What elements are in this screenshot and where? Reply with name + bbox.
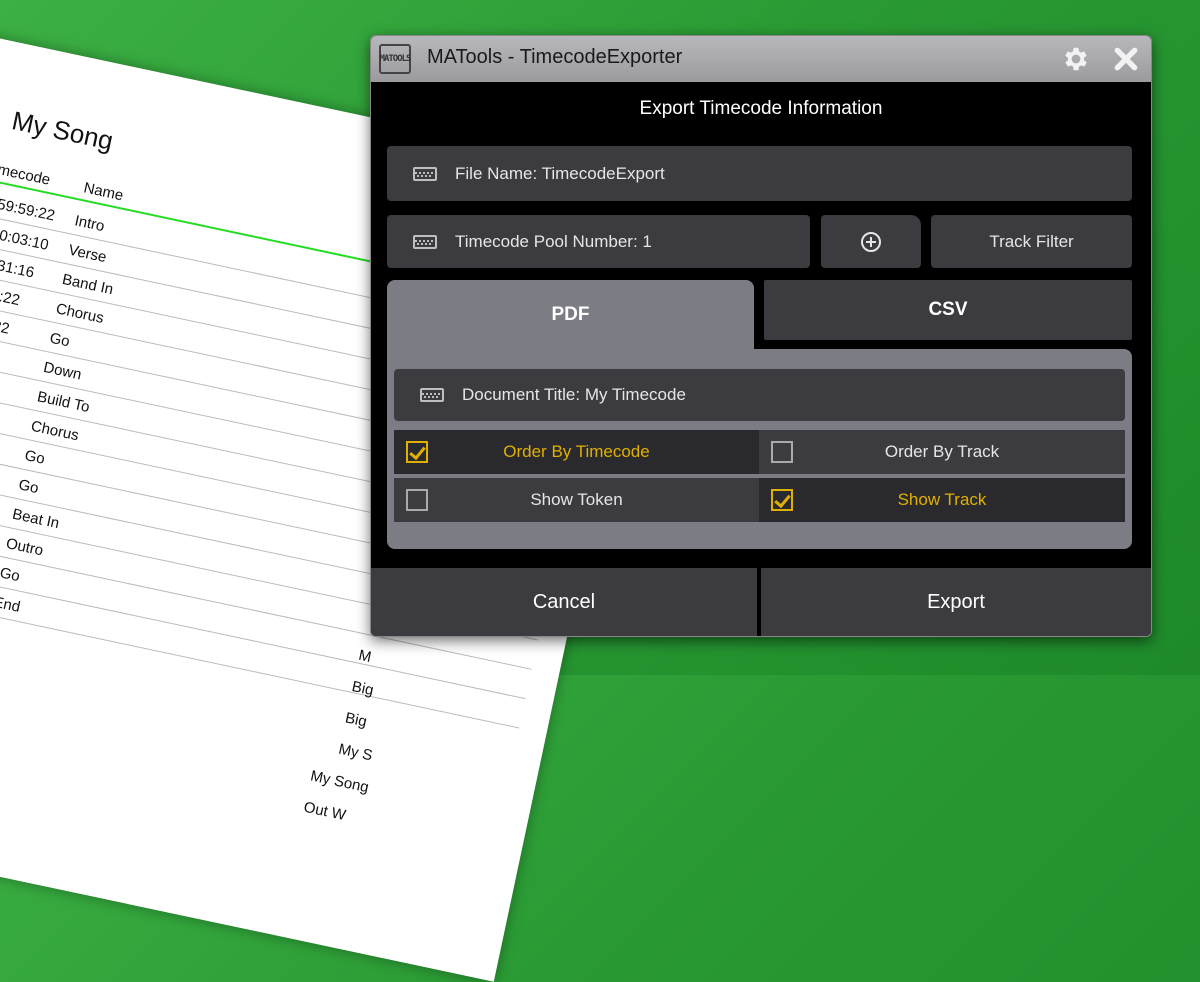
track-filter-label: Track Filter [989,231,1074,251]
side-text: My Song [308,767,371,797]
song-title: My Song [9,105,116,156]
keyboard-icon [420,388,444,402]
document-title-field[interactable]: Document Title: My Timecode [394,369,1125,421]
row-name: Go [0,564,22,586]
row-name: Outro [4,535,45,560]
tab-pdf-label: PDF [551,304,590,325]
gear-icon[interactable] [1059,42,1093,76]
document-title-label: Document Title: My Timecode [462,385,686,404]
tab-csv[interactable]: CSV [764,280,1132,340]
side-text: Big [350,678,376,700]
export-label: Export [927,590,985,613]
dialog-heading: Export Timecode Information [639,98,883,119]
side-text: Big [343,709,369,731]
checkbox-unchecked-icon [406,489,428,511]
title-bar[interactable]: MATOOLS MATools - TimecodeExporter [371,36,1151,82]
row-name: Go [23,446,47,468]
row-timecode: 0:00:31:16 [0,250,36,282]
checkbox-checked-icon [406,441,428,463]
track-filter-button[interactable]: Track Filter [931,215,1132,268]
window-title: MATools - TimecodeExporter [427,46,683,68]
export-button[interactable]: Export [761,568,1151,636]
row-name: Down [41,358,83,384]
order-by-track-label: Order By Track [884,442,1000,461]
keyboard-icon [413,166,437,181]
order-by-timecode-label: Order By Timecode [503,442,650,461]
pool-number-field[interactable]: Timecode Pool Number: 1 [387,215,810,268]
row-name: Intro [73,212,107,236]
order-by-track-option[interactable]: Order By Track [759,430,1125,474]
file-name-field[interactable]: File Name: TimecodeExport [387,146,1132,201]
row-timecode: 00:59:22 [0,308,12,338]
pool-number-label: Timecode Pool Number: 1 [455,231,652,251]
tab-pdf[interactable]: PDF [387,280,754,350]
matools-logo: MATOOLS [379,44,411,74]
pdf-options-panel: Document Title: My Timecode Order By Tim… [387,349,1132,549]
row-name: Go [16,476,41,498]
tab-csv-label: CSV [928,299,968,320]
cancel-label: Cancel [532,590,596,613]
side-text: Out W [302,798,348,825]
file-name-label: File Name: TimecodeExport [455,163,665,183]
row-name: End [0,593,22,616]
row-name: Verse [66,241,108,267]
cancel-button[interactable]: Cancel [371,568,757,636]
keyboard-icon [413,234,437,249]
side-text: My S [337,740,374,765]
checkbox-unchecked-icon [771,441,793,463]
show-track-label: Show Track [897,490,987,509]
add-pool-button[interactable] [821,215,921,268]
row-name: Go [48,329,72,351]
close-icon[interactable] [1109,42,1143,76]
show-token-label: Show Token [530,490,623,509]
order-by-timecode-option[interactable]: Order By Timecode [394,430,759,474]
show-track-option[interactable]: Show Track [759,478,1125,522]
plus-circle-icon [861,231,881,252]
show-token-option[interactable]: Show Token [394,478,759,522]
checkbox-checked-icon [771,489,793,511]
row-timecode: :00:59:22 [0,279,22,310]
exporter-window: MATOOLS MATools - TimecodeExporter Expor… [370,35,1152,637]
